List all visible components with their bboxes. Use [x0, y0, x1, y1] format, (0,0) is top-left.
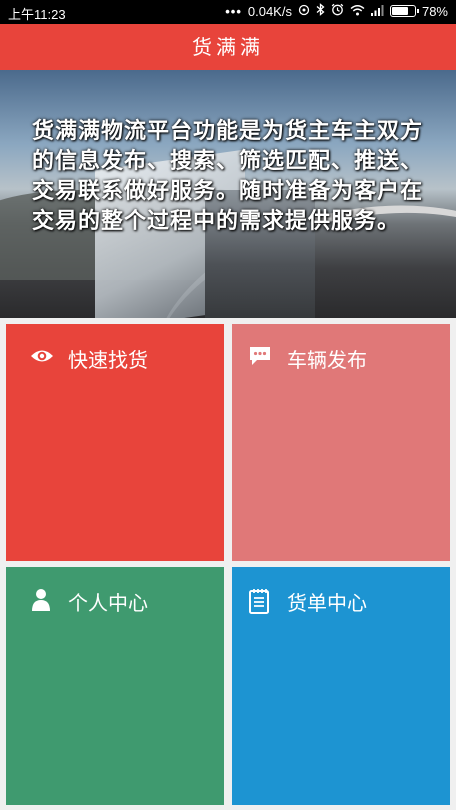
vehicle-publish-tile[interactable]: 车辆发布	[232, 324, 450, 561]
status-time: 上午11:23	[8, 7, 66, 22]
notepad-icon	[248, 588, 270, 614]
alarm-icon	[331, 3, 344, 19]
dots-icon: •••	[225, 3, 242, 19]
network-speed: 0.04K/s	[247, 3, 292, 19]
banner-text: 货满满物流平台功能是为货主车主双方的信息发布、搜索、筛选匹配、推送、交易联系做好…	[32, 119, 424, 234]
bluetooth-icon	[316, 3, 325, 19]
hotspot-icon	[298, 4, 310, 19]
tile-label: 快速找货	[68, 348, 148, 372]
chat-bubble-icon	[248, 345, 270, 367]
status-icons: ••• 0.04K/s 78%	[225, 3, 448, 19]
battery-icon	[389, 5, 419, 17]
tile-label: 货单中心	[287, 591, 367, 615]
tile-label: 个人中心	[68, 591, 148, 615]
banner-carousel[interactable]: 货满满物流平台功能是为货主车主双方的信息发布、搜索、筛选匹配、推送、交易联系做好…	[0, 70, 456, 318]
eye-icon	[30, 345, 53, 367]
battery-percent: 78%	[421, 3, 448, 19]
app-bar: 货满满	[0, 24, 456, 70]
find-cargo-tile[interactable]: 快速找货	[6, 324, 224, 561]
personal-center-tile[interactable]: 个人中心	[6, 567, 224, 805]
wifi-icon	[350, 4, 365, 19]
tile-label: 车辆发布	[287, 348, 367, 372]
status-bar: 上午11:23 ••• 0.04K/s 78%	[0, 0, 456, 24]
person-icon	[30, 588, 52, 611]
order-center-tile[interactable]: 货单中心	[232, 567, 450, 805]
app-title: 货满满	[192, 35, 264, 59]
signal-icon	[370, 4, 384, 19]
